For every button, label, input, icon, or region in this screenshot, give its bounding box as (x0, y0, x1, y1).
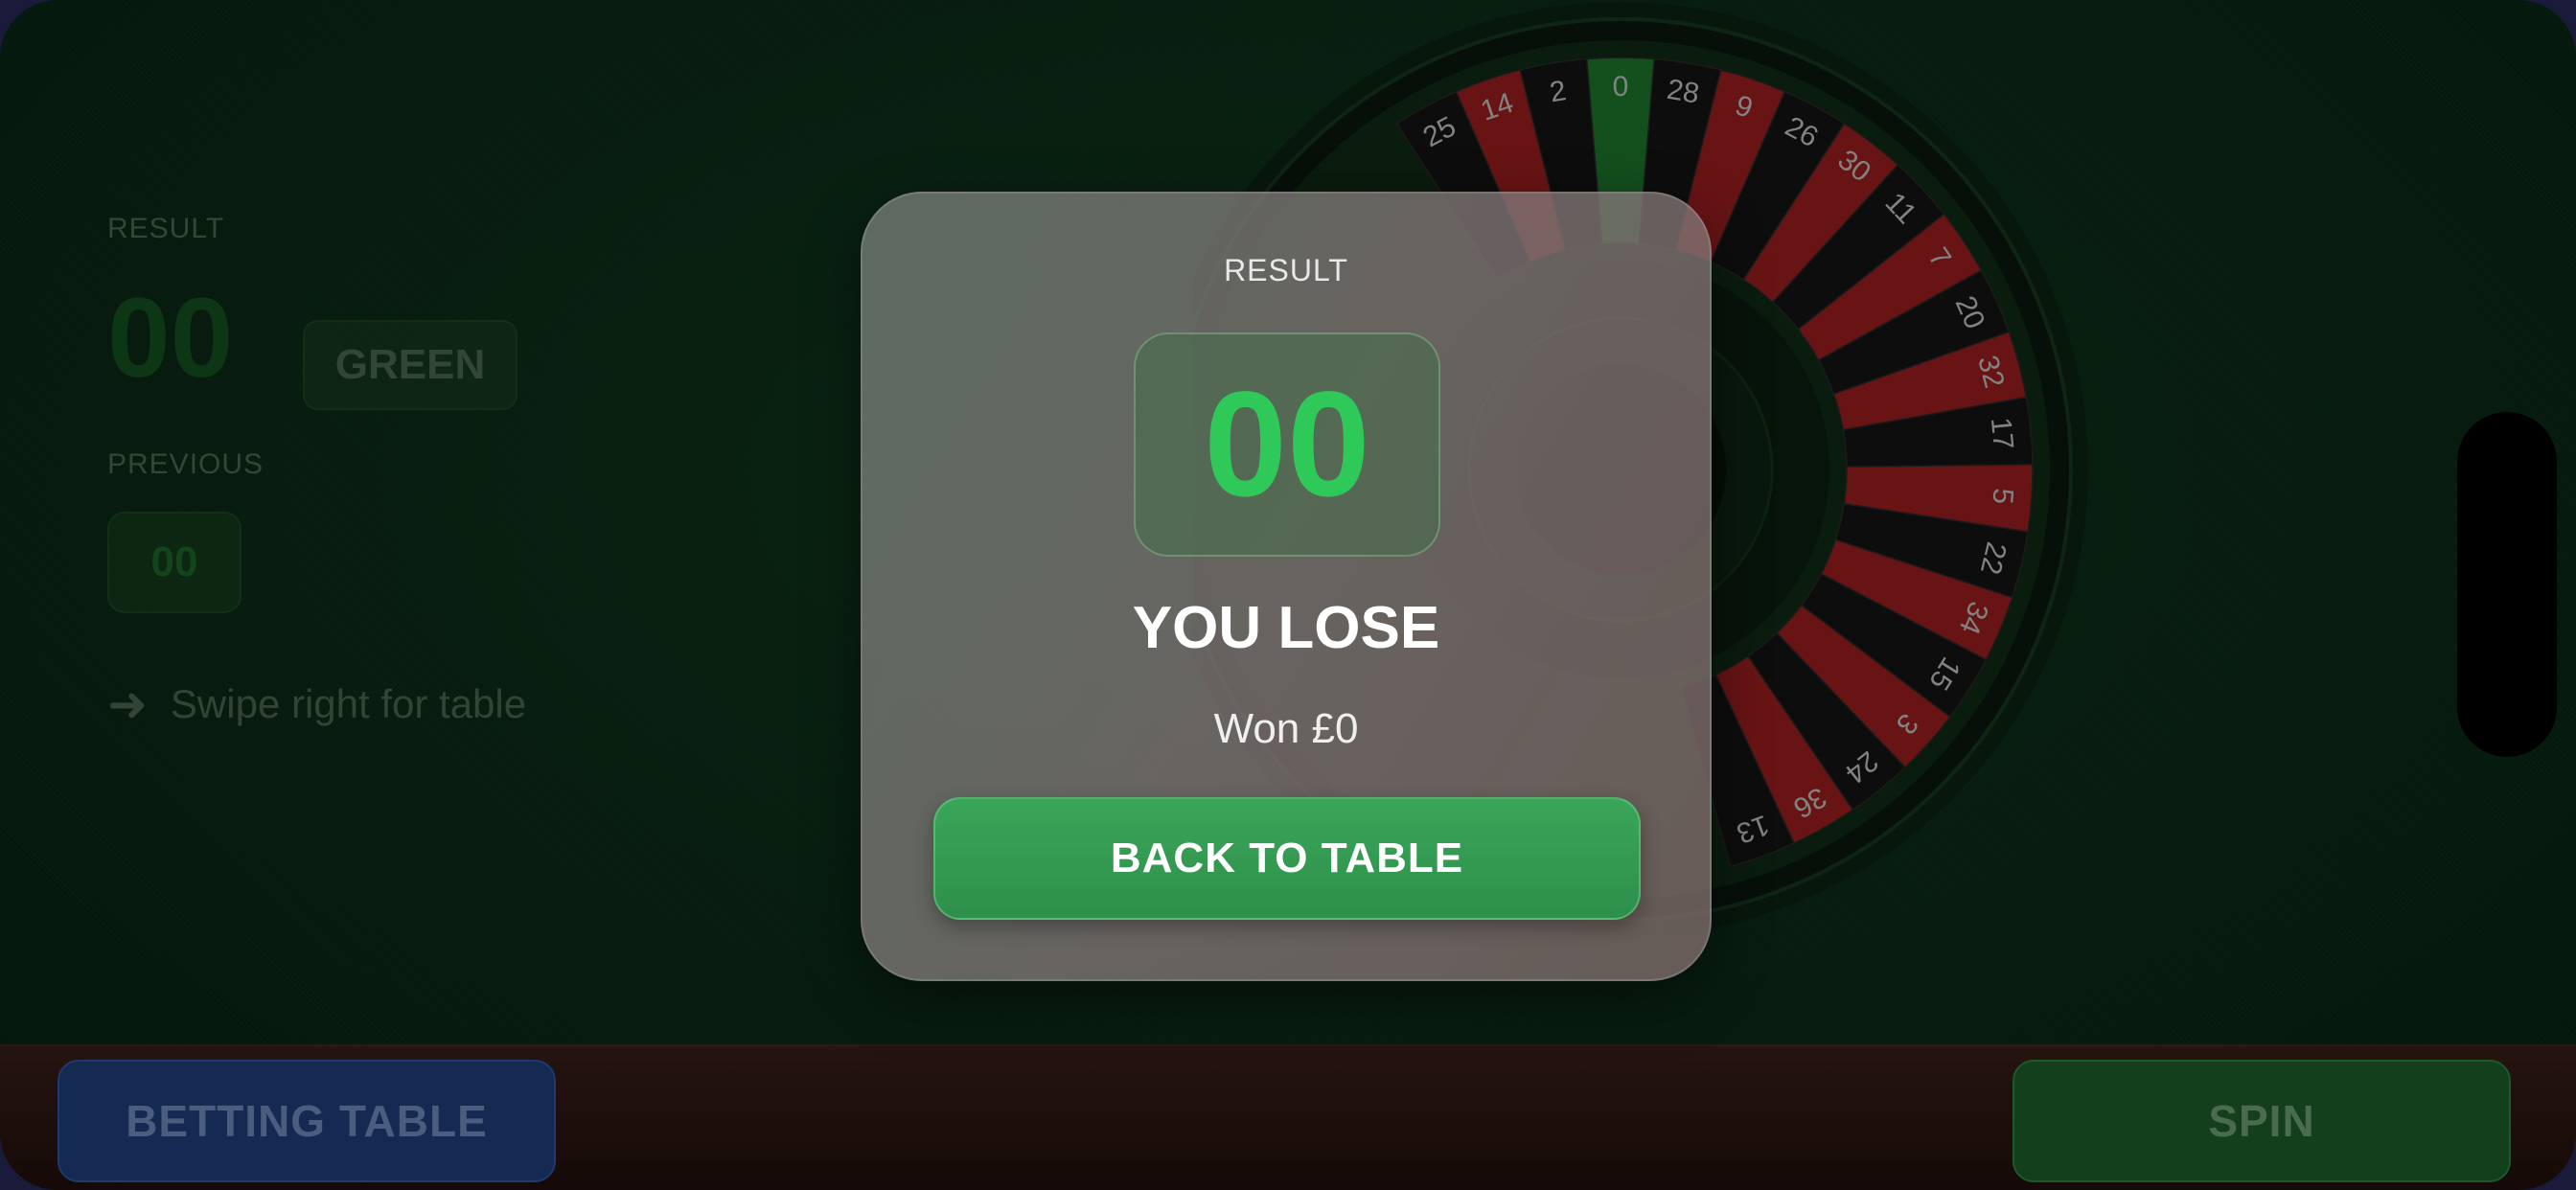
game-screen: 25 14 2 0 28 9 26 30 11 7 20 32 17 5 22 34 15 3 24 36 13 RES… (0, 0, 2576, 1190)
back-to-table-button[interactable]: BACK TO TABLE (933, 797, 1641, 920)
modal-outcome: YOU LOSE (1132, 595, 1440, 661)
modal-title: RESULT (1224, 253, 1348, 287)
result-modal: RESULT 00 YOU LOSE Won £0 BACK TO TABLE (861, 192, 1712, 981)
modal-result-number: 00 (1134, 332, 1440, 557)
side-handle (2457, 412, 2557, 757)
spin-button[interactable]: SPIN (2012, 1060, 2511, 1182)
modal-winnings: Won £0 (1213, 705, 1359, 752)
betting-table-button[interactable]: BETTING TABLE (58, 1060, 556, 1182)
